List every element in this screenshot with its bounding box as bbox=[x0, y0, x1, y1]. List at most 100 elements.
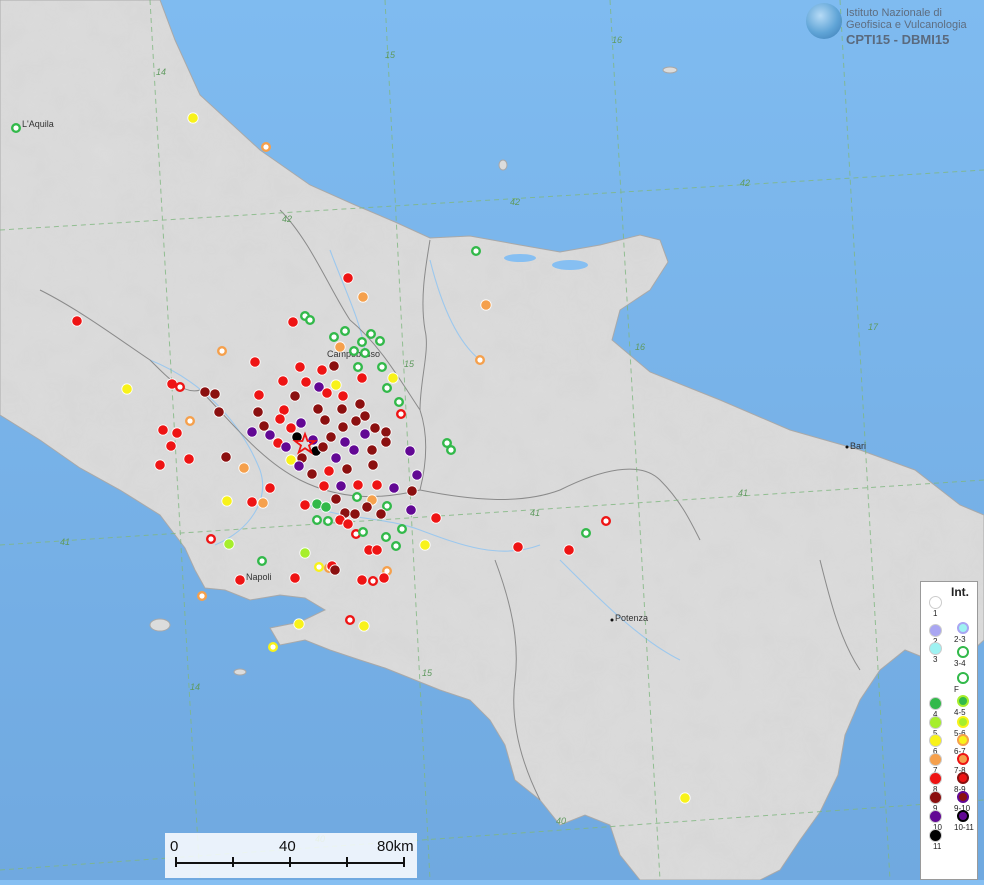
intensity-ring-marker[interactable] bbox=[366, 329, 377, 340]
intensity-ring-marker[interactable] bbox=[10, 122, 21, 133]
intensity-marker[interactable] bbox=[299, 547, 311, 559]
intensity-ring-marker[interactable] bbox=[396, 409, 407, 420]
intensity-ring-marker[interactable] bbox=[205, 534, 216, 545]
intensity-marker[interactable] bbox=[336, 403, 348, 415]
intensity-marker[interactable] bbox=[356, 574, 368, 586]
intensity-marker[interactable] bbox=[274, 413, 286, 425]
intensity-marker[interactable] bbox=[293, 460, 305, 472]
intensity-marker[interactable] bbox=[238, 462, 250, 474]
intensity-marker[interactable] bbox=[317, 441, 329, 453]
intensity-marker[interactable] bbox=[371, 479, 383, 491]
intensity-marker[interactable] bbox=[321, 387, 333, 399]
intensity-ring-marker[interactable] bbox=[261, 141, 272, 152]
intensity-ring-marker[interactable] bbox=[471, 245, 482, 256]
intensity-ring-marker[interactable] bbox=[196, 591, 207, 602]
intensity-marker[interactable] bbox=[359, 428, 371, 440]
intensity-marker[interactable] bbox=[234, 574, 246, 586]
intensity-ring-marker[interactable] bbox=[382, 501, 393, 512]
intensity-ring-marker[interactable] bbox=[312, 515, 323, 526]
intensity-marker[interactable] bbox=[357, 291, 369, 303]
intensity-ring-marker[interactable] bbox=[314, 562, 325, 573]
intensity-marker[interactable] bbox=[341, 463, 353, 475]
intensity-marker[interactable] bbox=[289, 572, 301, 584]
intensity-marker[interactable] bbox=[371, 544, 383, 556]
intensity-ring-marker[interactable] bbox=[345, 615, 356, 626]
intensity-marker[interactable] bbox=[223, 538, 235, 550]
intensity-marker[interactable] bbox=[367, 459, 379, 471]
intensity-ring-marker[interactable] bbox=[381, 532, 392, 543]
intensity-marker[interactable] bbox=[246, 426, 258, 438]
intensity-ring-marker[interactable] bbox=[397, 524, 408, 535]
intensity-marker[interactable] bbox=[287, 316, 299, 328]
intensity-marker[interactable] bbox=[512, 541, 524, 553]
intensity-marker[interactable] bbox=[213, 406, 225, 418]
intensity-marker[interactable] bbox=[277, 375, 289, 387]
intensity-ring-marker[interactable] bbox=[174, 382, 185, 393]
intensity-ring-marker[interactable] bbox=[358, 527, 369, 538]
intensity-marker[interactable] bbox=[253, 389, 265, 401]
intensity-marker[interactable] bbox=[337, 421, 349, 433]
intensity-ring-marker[interactable] bbox=[391, 541, 402, 552]
intensity-marker[interactable] bbox=[411, 469, 423, 481]
intensity-marker[interactable] bbox=[316, 364, 328, 376]
intensity-ring-marker[interactable] bbox=[340, 326, 351, 337]
intensity-marker[interactable] bbox=[157, 424, 169, 436]
intensity-ring-marker[interactable] bbox=[475, 355, 486, 366]
intensity-marker[interactable] bbox=[71, 315, 83, 327]
intensity-marker[interactable] bbox=[289, 390, 301, 402]
intensity-marker[interactable] bbox=[375, 508, 387, 520]
intensity-marker[interactable] bbox=[183, 453, 195, 465]
intensity-ring-marker[interactable] bbox=[375, 336, 386, 347]
intensity-marker[interactable] bbox=[330, 493, 342, 505]
intensity-marker[interactable] bbox=[337, 390, 349, 402]
intensity-ring-marker[interactable] bbox=[368, 576, 379, 587]
intensity-marker[interactable] bbox=[366, 444, 378, 456]
intensity-ring-marker[interactable] bbox=[360, 348, 371, 359]
intensity-marker[interactable] bbox=[405, 504, 417, 516]
intensity-marker[interactable] bbox=[312, 403, 324, 415]
intensity-marker[interactable] bbox=[320, 501, 332, 513]
intensity-marker[interactable] bbox=[330, 379, 342, 391]
intensity-marker[interactable] bbox=[404, 445, 416, 457]
intensity-marker[interactable] bbox=[285, 422, 297, 434]
intensity-ring-marker[interactable] bbox=[352, 492, 363, 503]
intensity-ring-marker[interactable] bbox=[305, 315, 316, 326]
intensity-marker[interactable] bbox=[280, 441, 292, 453]
intensity-marker[interactable] bbox=[199, 386, 211, 398]
intensity-ring-marker[interactable] bbox=[184, 416, 195, 427]
intensity-marker[interactable] bbox=[361, 501, 373, 513]
intensity-marker[interactable] bbox=[294, 361, 306, 373]
intensity-ring-marker[interactable] bbox=[581, 528, 592, 539]
intensity-marker[interactable] bbox=[249, 356, 261, 368]
intensity-marker[interactable] bbox=[252, 406, 264, 418]
intensity-marker[interactable] bbox=[220, 451, 232, 463]
intensity-ring-marker[interactable] bbox=[377, 362, 388, 373]
intensity-marker[interactable] bbox=[330, 452, 342, 464]
intensity-ring-marker[interactable] bbox=[601, 516, 612, 527]
intensity-marker[interactable] bbox=[171, 427, 183, 439]
intensity-ring-marker[interactable] bbox=[329, 332, 340, 343]
intensity-marker[interactable] bbox=[264, 482, 276, 494]
intensity-marker[interactable] bbox=[339, 436, 351, 448]
intensity-marker[interactable] bbox=[388, 482, 400, 494]
intensity-ring-marker[interactable] bbox=[382, 383, 393, 394]
intensity-marker[interactable] bbox=[349, 508, 361, 520]
intensity-marker[interactable] bbox=[350, 415, 362, 427]
intensity-ring-marker[interactable] bbox=[353, 362, 364, 373]
intensity-marker[interactable] bbox=[380, 426, 392, 438]
intensity-marker[interactable] bbox=[480, 299, 492, 311]
intensity-marker[interactable] bbox=[221, 495, 233, 507]
intensity-marker[interactable] bbox=[342, 272, 354, 284]
intensity-marker[interactable] bbox=[246, 496, 258, 508]
intensity-marker[interactable] bbox=[354, 398, 366, 410]
intensity-marker[interactable] bbox=[380, 436, 392, 448]
intensity-marker[interactable] bbox=[318, 480, 330, 492]
intensity-marker[interactable] bbox=[335, 480, 347, 492]
intensity-marker[interactable] bbox=[257, 497, 269, 509]
intensity-ring-marker[interactable] bbox=[323, 516, 334, 527]
intensity-marker[interactable] bbox=[369, 422, 381, 434]
intensity-marker[interactable] bbox=[378, 572, 390, 584]
intensity-marker[interactable] bbox=[264, 429, 276, 441]
intensity-marker[interactable] bbox=[352, 479, 364, 491]
intensity-marker[interactable] bbox=[121, 383, 133, 395]
